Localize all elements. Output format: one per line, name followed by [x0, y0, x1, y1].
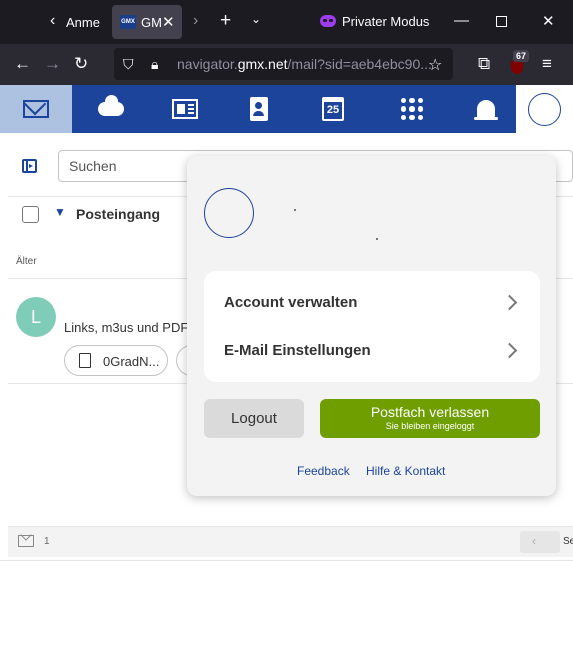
popup-avatar — [204, 188, 254, 238]
apps-grid-icon — [401, 98, 423, 120]
account-popup: Account verwalten E-Mail Einstellungen L… — [187, 156, 556, 496]
private-mode-indicator: Privater Modus — [320, 14, 429, 29]
account-manage-item[interactable]: Account verwalten — [204, 279, 540, 327]
attachment-name: 0GradN... — [103, 354, 160, 369]
extensions-puzzle-icon[interactable]: ⧉ — [478, 54, 490, 74]
chevron-right-icon — [501, 342, 518, 359]
select-all-checkbox[interactable] — [22, 206, 39, 223]
nav-calendar[interactable]: 25 — [297, 85, 369, 133]
envelope-icon — [18, 535, 34, 547]
folder-chevron-down-icon[interactable]: ▼ — [54, 205, 66, 219]
tab-scroll-right-icon[interactable]: › — [193, 12, 198, 30]
help-contact-link[interactable]: Hilfe & Kontakt — [366, 464, 445, 478]
email-settings-label: E-Mail Einstellungen — [224, 342, 371, 359]
feedback-link[interactable]: Feedback — [297, 464, 350, 478]
news-icon — [172, 99, 198, 119]
extension-badge: 67 — [513, 50, 530, 62]
tab-list-chevron-down-icon[interactable]: ⌄ — [251, 12, 261, 26]
reload-icon[interactable]: ↻ — [74, 54, 88, 74]
cloud-icon — [98, 95, 124, 116]
window-close-icon[interactable]: ✕ — [542, 12, 555, 30]
nav-news[interactable] — [149, 85, 221, 133]
url-bar[interactable]: ⛉ 🔒︎ navigator.gmx.net/mail?sid=aeb4ebc9… — [114, 48, 453, 80]
leave-mailbox-sublabel: Sie bleiben eingeloggt — [385, 421, 475, 431]
tab-bar: ‹ Anmel GMX GM ✕ › + ⌄ Privater Modus — … — [0, 0, 573, 44]
tab-gmx[interactable]: GMX GM ✕ — [112, 5, 182, 39]
nav-mail[interactable] — [0, 85, 72, 133]
bookmark-star-icon[interactable]: ☆ — [428, 55, 442, 75]
nav-notifications[interactable] — [450, 85, 522, 133]
calendar-icon: 25 — [322, 97, 344, 121]
account-manage-label: Account verwalten — [224, 294, 358, 311]
leave-mailbox-button[interactable]: Postfach verlassen Sie bleiben eingelogg… — [320, 399, 540, 438]
maximize-icon[interactable] — [496, 16, 507, 27]
message-count: 1 — [44, 536, 50, 547]
bell-icon — [474, 100, 498, 120]
private-mode-label: Privater Modus — [342, 14, 430, 29]
nav-contacts[interactable] — [223, 85, 295, 133]
sender-avatar: L — [16, 297, 56, 337]
account-email-placeholder — [376, 238, 378, 240]
tracking-shield-icon[interactable]: ⛉ — [123, 56, 134, 73]
sidebar-toggle-icon[interactable] — [22, 159, 37, 173]
footer-truncated-text: Se — [563, 536, 573, 547]
group-label: Älter — [16, 256, 37, 267]
attachment-chip[interactable]: 0GradN... — [64, 345, 168, 376]
ublock-origin-icon[interactable] — [511, 60, 523, 74]
document-icon — [79, 353, 91, 368]
back-icon[interactable]: ← — [14, 54, 31, 74]
lock-icon[interactable]: 🔒︎ — [151, 56, 158, 73]
forward-icon[interactable]: → — [44, 54, 61, 74]
chevron-left-icon: ‹ — [50, 12, 56, 29]
account-avatar-button[interactable] — [516, 85, 573, 133]
avatar — [528, 93, 561, 126]
url-text[interactable]: navigator.gmx.net/mail?sid=aeb4ebc90... — [177, 56, 432, 72]
private-mask-icon — [320, 15, 336, 27]
tab-label: Anmel — [66, 15, 100, 30]
mail-icon — [23, 100, 49, 118]
leave-mailbox-label: Postfach verlassen — [370, 404, 490, 420]
close-tab-icon[interactable]: ✕ — [162, 13, 175, 31]
email-settings-item[interactable]: E-Mail Einstellungen — [204, 327, 540, 375]
tab-label: GM — [141, 15, 162, 30]
chevron-right-icon — [501, 294, 518, 311]
new-tab-icon[interactable]: + — [220, 10, 231, 32]
hamburger-menu-icon[interactable]: ≡ — [542, 54, 552, 74]
list-footer: 1 ‹ Se — [8, 526, 573, 557]
contacts-icon — [250, 97, 268, 121]
tab-previous[interactable]: ‹ Anmel — [44, 8, 100, 36]
logout-button[interactable]: Logout — [204, 399, 304, 438]
account-name-placeholder — [294, 209, 296, 211]
folder-name[interactable]: Posteingang — [76, 206, 160, 222]
nav-cloud[interactable] — [75, 85, 147, 133]
divider — [0, 560, 573, 561]
message-subject: Links, m3us und PDF — [64, 320, 189, 335]
gmx-favicon-icon: GMX — [120, 15, 136, 29]
navigation-bar: ← → ↻ ⛉ 🔒︎ navigator.gmx.net/mail?sid=ae… — [0, 44, 573, 85]
minimize-icon[interactable]: — — [454, 12, 469, 29]
app-navigation: 25 — [0, 85, 573, 133]
nav-apps[interactable] — [376, 85, 448, 133]
prev-page-button[interactable]: ‹ — [520, 531, 560, 553]
